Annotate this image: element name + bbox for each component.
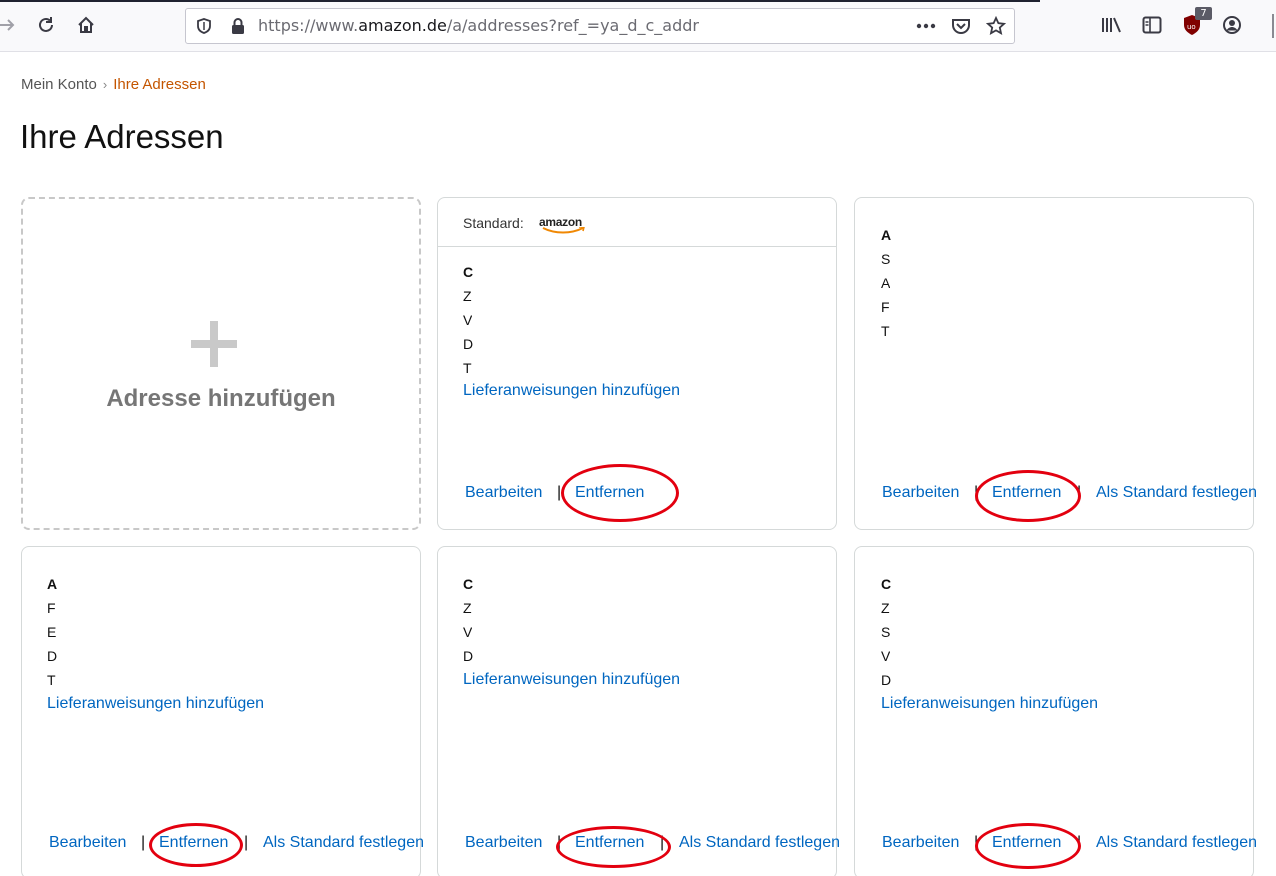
remove-button[interactable]: Entfernen <box>575 484 644 502</box>
address-line: D <box>463 336 474 352</box>
action-separator: | <box>244 834 249 851</box>
address-name: C <box>463 576 474 592</box>
svg-text:uo: uo <box>1187 23 1196 31</box>
remove-button[interactable]: Entfernen <box>575 834 644 852</box>
address-card-default: Standard: amazon C Z V D T Lieferanweisu… <box>437 197 837 530</box>
url-bar[interactable]: https://www.amazon.de/a/addresses?ref_=y… <box>185 8 1015 44</box>
breadcrumb-current[interactable]: Ihre Adressen <box>113 76 206 93</box>
browser-toolbar: https://www.amazon.de/a/addresses?ref_=y… <box>0 0 1276 52</box>
forward-icon[interactable] <box>0 12 20 38</box>
address-name: A <box>881 227 892 243</box>
remove-button[interactable]: Entfernen <box>992 484 1061 502</box>
address-line: F <box>47 600 56 616</box>
action-separator: | <box>974 834 979 851</box>
address-card: A S A F T Bearbeiten | Entfernen | Als S… <box>854 197 1257 530</box>
add-address-label: Adresse hinzufügen <box>106 385 336 412</box>
account-icon[interactable] <box>1219 12 1245 38</box>
address-line: S <box>881 624 891 640</box>
address-line: V <box>463 312 473 328</box>
edit-button[interactable]: Bearbeiten <box>465 484 542 502</box>
set-default-button[interactable]: Als Standard festlegen <box>679 834 840 852</box>
address-line: V <box>881 648 891 664</box>
set-default-button[interactable]: Als Standard festlegen <box>1096 484 1257 502</box>
pocket-icon[interactable] <box>949 14 973 38</box>
sidebar-icon[interactable] <box>1139 12 1165 38</box>
address-phone: T <box>47 672 56 688</box>
default-address-header: Standard: amazon <box>438 198 836 247</box>
address-line: V <box>463 624 473 640</box>
address-name: A <box>47 576 58 592</box>
action-separator: | <box>141 834 146 851</box>
action-separator: | <box>974 484 979 501</box>
action-separator: | <box>557 484 562 501</box>
address-name: C <box>463 264 474 280</box>
more-actions-icon[interactable] <box>914 14 938 38</box>
add-delivery-instructions-link[interactable]: Lieferanweisungen hinzufügen <box>463 382 680 400</box>
breadcrumb: Mein Konto › Ihre Adressen <box>21 76 206 93</box>
remove-button[interactable]: Entfernen <box>992 834 1061 852</box>
address-name: C <box>881 576 892 592</box>
overflow-edge <box>1272 14 1274 38</box>
add-address-tile[interactable]: Adresse hinzufügen <box>21 197 421 530</box>
address-card: C Z V D Lieferanweisungen hinzufügen Bea… <box>437 546 840 876</box>
remove-button[interactable]: Entfernen <box>159 834 228 852</box>
edit-button[interactable]: Bearbeiten <box>882 484 959 502</box>
address-line: D <box>47 648 58 664</box>
address-line: Z <box>463 600 472 616</box>
address-phone: T <box>881 323 890 339</box>
reload-icon[interactable] <box>33 12 59 38</box>
url-text[interactable]: https://www.amazon.de/a/addresses?ref_=y… <box>258 9 699 43</box>
page-title: Ihre Adressen <box>20 118 224 155</box>
home-icon[interactable] <box>73 12 99 38</box>
default-label: Standard: <box>463 215 524 231</box>
library-icon[interactable] <box>1099 12 1125 38</box>
amazon-logo: amazon <box>539 212 591 234</box>
set-default-button[interactable]: Als Standard festlegen <box>263 834 424 852</box>
shield-icon[interactable] <box>192 14 216 38</box>
plus-icon <box>191 321 237 367</box>
edit-button[interactable]: Bearbeiten <box>49 834 126 852</box>
bookmark-star-icon[interactable] <box>984 14 1008 38</box>
add-delivery-instructions-link[interactable]: Lieferanweisungen hinzufügen <box>881 695 1098 713</box>
add-delivery-instructions-link[interactable]: Lieferanweisungen hinzufügen <box>47 695 264 713</box>
address-line: E <box>47 624 57 640</box>
add-delivery-instructions-link[interactable]: Lieferanweisungen hinzufügen <box>463 671 680 689</box>
address-line: D <box>463 648 474 664</box>
action-separator: | <box>1077 834 1082 851</box>
tab-strip-edge <box>0 0 1040 2</box>
address-card: C Z S V D Lieferanweisungen hinzufügen B… <box>854 546 1257 876</box>
address-line: D <box>881 672 892 688</box>
ublock-count-badge: 7 <box>1195 7 1212 20</box>
address-line: S <box>881 251 891 267</box>
address-line: Z <box>463 288 472 304</box>
address-line: F <box>881 299 890 315</box>
action-separator: | <box>1077 484 1082 501</box>
edit-button[interactable]: Bearbeiten <box>882 834 959 852</box>
breadcrumb-separator: › <box>102 77 108 92</box>
action-separator: | <box>660 834 665 851</box>
lock-icon[interactable] <box>226 14 250 38</box>
edit-button[interactable]: Bearbeiten <box>465 834 542 852</box>
action-separator: | <box>557 834 562 851</box>
address-phone: T <box>463 360 472 376</box>
address-line: Z <box>881 600 890 616</box>
breadcrumb-root-link[interactable]: Mein Konto <box>21 76 97 93</box>
address-card: A F E D T Lieferanweisungen hinzufügen B… <box>21 546 424 876</box>
set-default-button[interactable]: Als Standard festlegen <box>1096 834 1257 852</box>
address-line: A <box>881 275 891 291</box>
